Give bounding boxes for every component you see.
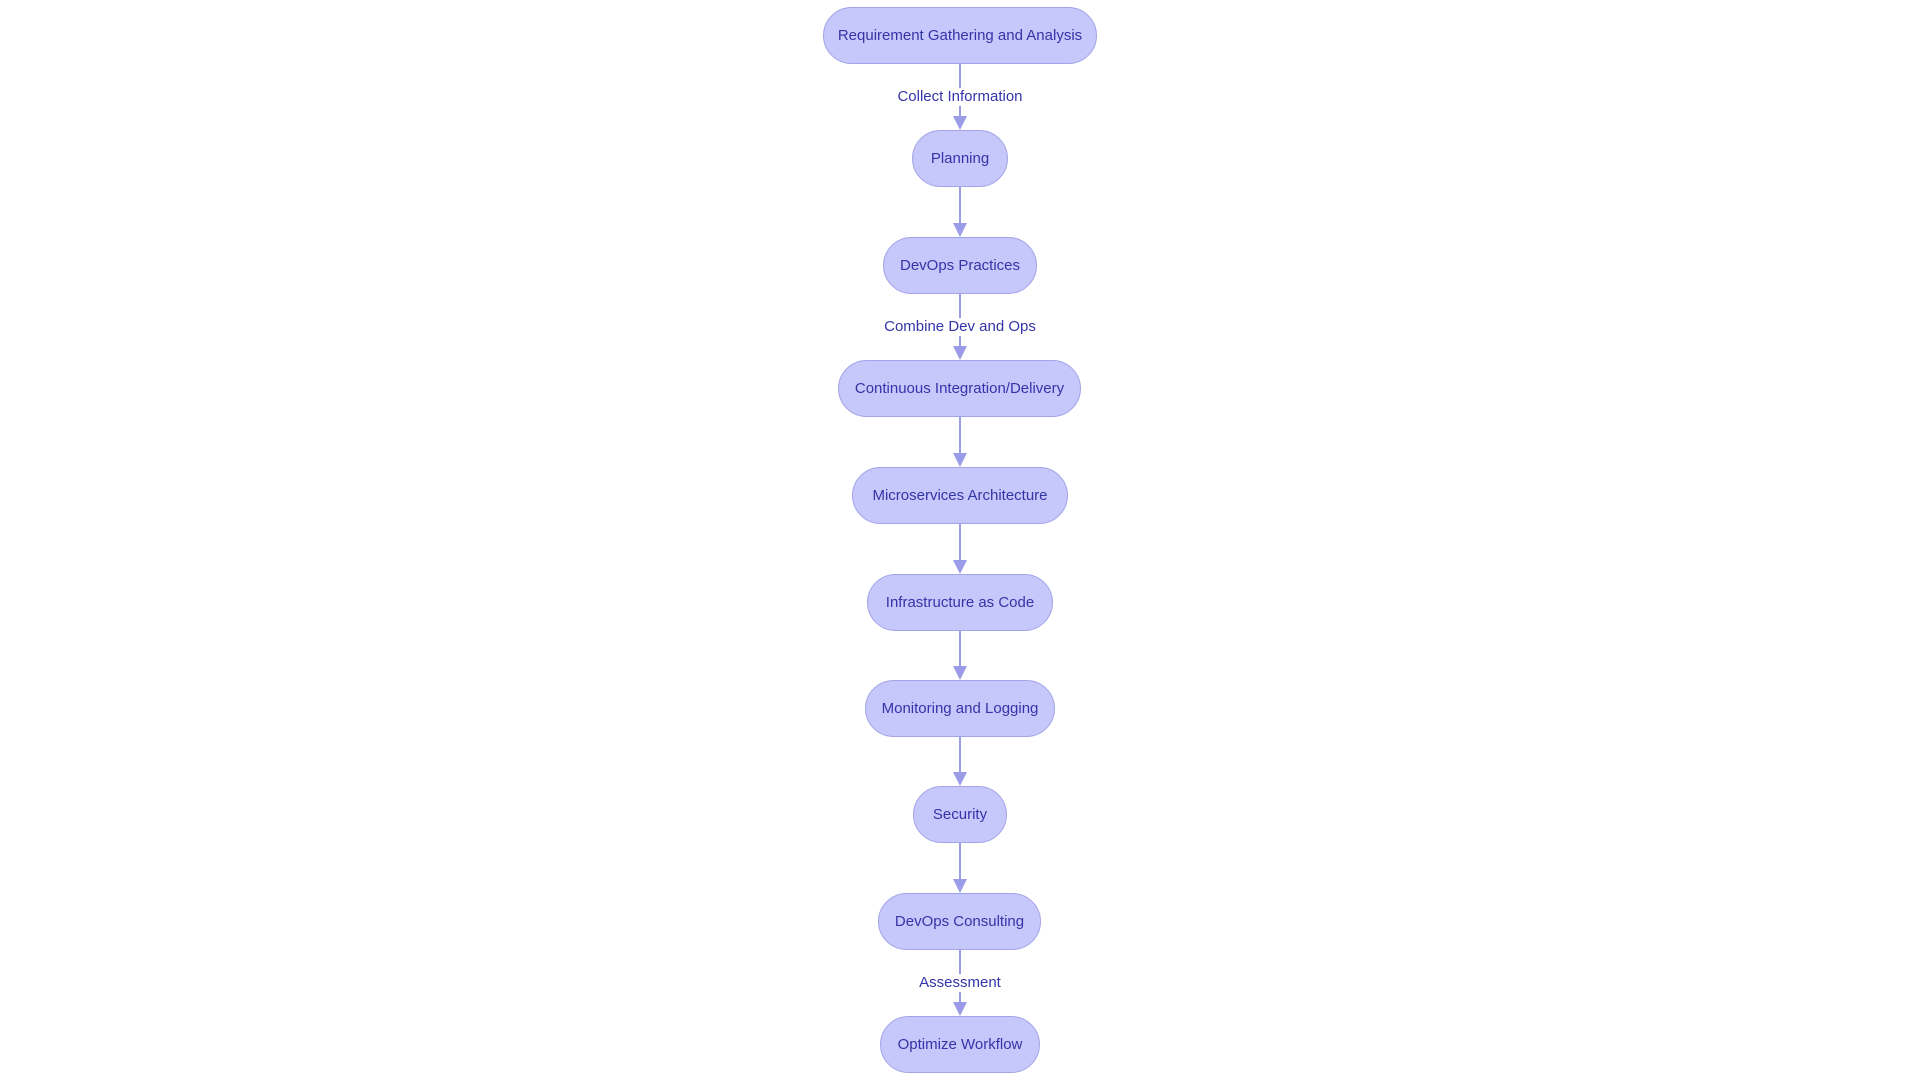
node-optimize-workflow[interactable]: Optimize Workflow (880, 1016, 1040, 1073)
arrowhead-icon (953, 346, 967, 360)
arrowhead-icon (953, 772, 967, 786)
arrowhead-icon (953, 560, 967, 574)
node-requirement-gathering[interactable]: Requirement Gathering and Analysis (823, 7, 1097, 64)
node-microservices[interactable]: Microservices Architecture (852, 467, 1068, 524)
arrowhead-icon (953, 223, 967, 237)
node-security[interactable]: Security (913, 786, 1007, 843)
edge-label-collect-information: Collect Information (895, 88, 1025, 106)
node-devops-consulting[interactable]: DevOps Consulting (878, 893, 1041, 950)
node-monitoring-logging[interactable]: Monitoring and Logging (865, 680, 1055, 737)
arrowhead-icon (953, 666, 967, 680)
arrowhead-icon (953, 1002, 967, 1016)
node-planning[interactable]: Planning (912, 130, 1008, 187)
edge-label-combine-dev-ops: Combine Dev and Ops (882, 318, 1038, 336)
edge-label-assessment: Assessment (917, 974, 1003, 992)
node-devops-practices[interactable]: DevOps Practices (883, 237, 1037, 294)
node-ci-cd[interactable]: Continuous Integration/Delivery (838, 360, 1081, 417)
node-infrastructure-as-code[interactable]: Infrastructure as Code (867, 574, 1053, 631)
arrowhead-icon (953, 116, 967, 130)
arrowhead-icon (953, 453, 967, 467)
flowchart: Requirement Gathering and Analysis Plann… (0, 0, 1920, 1080)
arrowhead-icon (953, 879, 967, 893)
